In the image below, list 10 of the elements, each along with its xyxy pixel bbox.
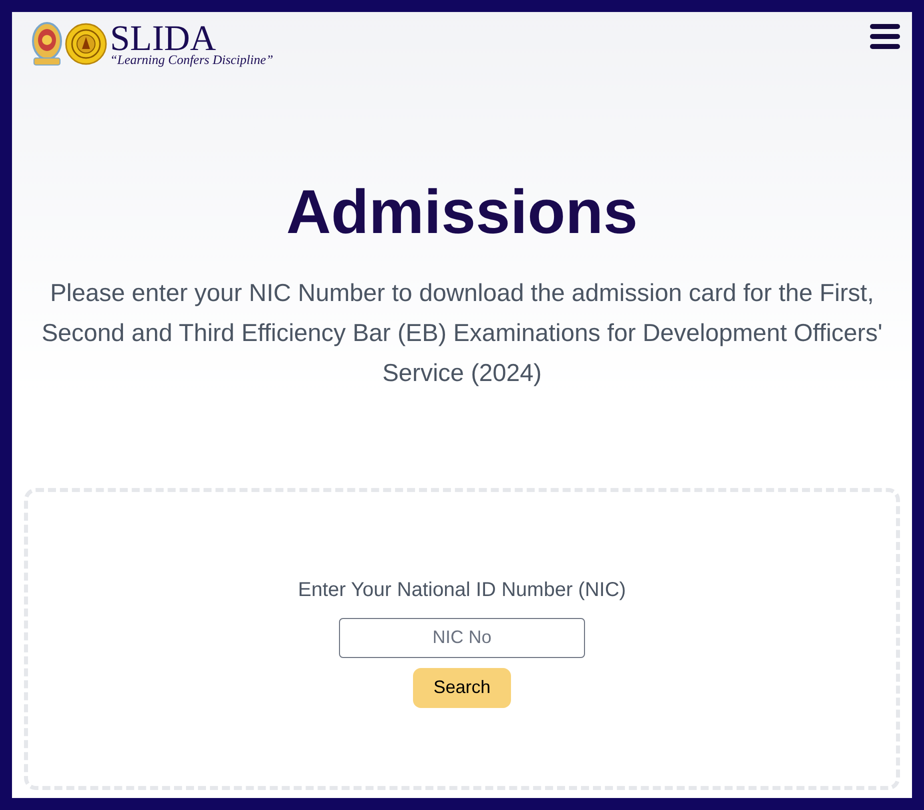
crest-icon xyxy=(32,22,62,66)
nic-input-field[interactable]: NIC No xyxy=(339,618,585,658)
seal-icon xyxy=(65,23,107,65)
logo-wordmark: SLIDA xyxy=(110,22,216,52)
page-title: Admissions xyxy=(286,182,638,244)
menu-icon[interactable] xyxy=(870,23,900,50)
logo-tagline: “Learning Confers Discipline” xyxy=(110,52,274,66)
field-label: Enter Your National ID Number (NIC) xyxy=(298,578,626,602)
page-description: Please enter your NIC Number to download the admission card for the First, Second and Third Efficiency Bar (EB) Examinations for Development Officers' Service (2024) xyxy=(40,279,884,389)
search-button[interactable]: Search xyxy=(413,668,511,708)
